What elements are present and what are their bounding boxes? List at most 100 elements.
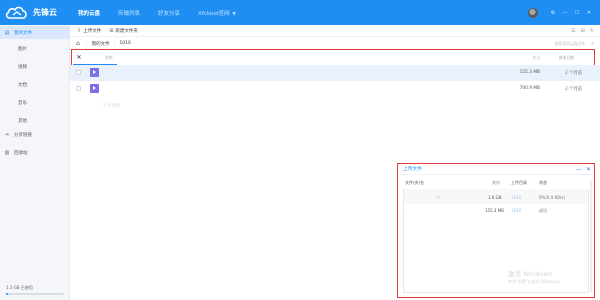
upload-col-status: 状态	[539, 180, 547, 185]
storage-usage: 1.3 GB 已使用	[6, 285, 64, 295]
file-date: 2 个月前	[565, 71, 582, 76]
new-folder-icon: ⊞	[109, 27, 114, 34]
nav-my-cloud[interactable]: 我的云盘	[78, 9, 100, 17]
sidebar-item-documents[interactable]: 文档	[0, 78, 70, 91]
home-icon[interactable]: ⌂	[76, 40, 80, 47]
search-icon[interactable]: ⌕	[591, 41, 594, 47]
top-bar: 先锋云 我的云盘 传输列表 好友分享 Xfcloud官网 ▼ ⚙ — ☐ ✕	[0, 0, 600, 25]
new-folder-button[interactable]: ⊞ 新建文件夹	[109, 28, 138, 34]
breadcrumb-current-folder[interactable]: 1010	[119, 41, 130, 46]
upload-file-dir[interactable]: 1010	[511, 195, 521, 200]
upload-panel: 上传文件 — ✕ 文件(夹)名 大小 上传目录 状态 v4 1.6 GB 101…	[397, 163, 595, 298]
windows-activation-watermark: 激活 Windows 转到"设置"以激活 Windows。	[508, 268, 563, 285]
file-size: 155.3 MB	[519, 70, 540, 75]
maximize-icon[interactable]: ☐	[572, 10, 582, 16]
upload-col-dir: 上传目录	[511, 180, 527, 185]
sidebar: ▤ 我的文件 图片 视频 文档 音乐 其他 ⋖ 分享链接 ▥ 回收站 1.3 G…	[0, 25, 70, 300]
storage-bar	[6, 293, 64, 295]
table-row[interactable]: 700.9 MB 2 个月前	[70, 81, 600, 97]
sidebar-item-music[interactable]: 音乐	[0, 96, 70, 109]
sidebar-item-label: 分享链接	[14, 132, 32, 138]
table-row[interactable]: 155.3 MB 2 个月前	[70, 65, 600, 81]
view-controls: ☰ ⊞ ↻	[566, 25, 594, 37]
column-header-bar: ✕ 名称 大小 修改日期	[71, 49, 595, 66]
video-file-icon	[90, 68, 99, 77]
search-input[interactable]: 搜索我的云盘文件	[555, 41, 585, 47]
close-selection-icon[interactable]: ✕	[75, 54, 83, 62]
upload-file-size: 1.6 GB	[488, 195, 502, 200]
window-controls: ⚙ — ☐ ✕	[528, 0, 594, 25]
upload-file-status: 0%(0.0 KB/s)	[539, 195, 565, 200]
storage-text: 1.3 GB 已使用	[6, 285, 33, 290]
upload-file-status: 成功	[539, 208, 547, 213]
upload-file-size: 155.3 MB	[485, 208, 504, 213]
item-count: 2 个项目	[103, 104, 120, 109]
nav-official-site-label: Xfcloud官网	[198, 10, 230, 17]
column-size-header[interactable]: 大小	[532, 55, 540, 61]
sidebar-item-label: 其他	[18, 118, 27, 124]
sidebar-item-images[interactable]: 图片	[0, 42, 70, 55]
upload-col-size: 大小	[492, 180, 500, 185]
minimize-icon[interactable]: —	[560, 10, 570, 16]
upload-icon: ⇪	[77, 27, 82, 34]
breadcrumb: ⌂ › 我的文件 › 1010 搜索我的云盘文件 ⌕	[70, 38, 600, 49]
upload-file-button[interactable]: ⇪ 上传文件	[77, 28, 101, 34]
minimize-icon[interactable]: —	[576, 166, 582, 173]
upload-panel-controls: — ✕	[572, 164, 591, 175]
upload-table-header: 文件(夹)名 大小 上传目录 状态	[398, 179, 594, 187]
breadcrumb-my-files[interactable]: 我的文件	[92, 41, 110, 47]
sidebar-item-label: 视频	[18, 64, 27, 70]
row-checkbox[interactable]	[76, 86, 81, 91]
upload-file-dir[interactable]: 1010	[511, 208, 521, 213]
app-name: 先锋云	[33, 8, 57, 17]
upload-col-name: 文件(夹)名	[405, 180, 425, 185]
caret-down-icon: ▼	[232, 11, 236, 17]
sidebar-item-other[interactable]: 其他	[0, 114, 70, 127]
watermark-line-1: 激活 Windows	[508, 270, 553, 278]
column-date-header[interactable]: 修改日期	[559, 55, 574, 61]
new-folder-label: 新建文件夹	[115, 28, 138, 34]
watermark-line-2: 转到"设置"以激活 Windows。	[508, 279, 563, 284]
upload-row[interactable]: v4 1.6 GB 1010 0%(0.0 KB/s)	[398, 191, 594, 204]
toolbar: ⇪ 上传文件 ⊞ 新建文件夹 ☰ ⊞ ↻	[70, 25, 600, 37]
upload-row[interactable]: · 155.3 MB 1010 成功	[398, 204, 594, 217]
upload-panel-title: 上传文件	[403, 167, 422, 172]
nav-transfer-list[interactable]: 传输列表	[118, 9, 140, 17]
scrollbar[interactable]	[590, 180, 592, 292]
sidebar-item-videos[interactable]: 视频	[0, 60, 70, 73]
sidebar-item-share-links[interactable]: ⋖ 分享链接	[0, 128, 70, 141]
sidebar-item-label: 我的文件	[14, 30, 32, 36]
top-nav: 我的云盘 传输列表 好友分享 Xfcloud官网 ▼	[78, 0, 254, 25]
upload-file-label: 上传文件	[83, 28, 102, 34]
refresh-icon[interactable]: ↻	[590, 28, 594, 34]
close-icon[interactable]: ✕	[586, 166, 591, 173]
avatar[interactable]	[528, 7, 538, 18]
breadcrumb-separator: ›	[85, 41, 88, 46]
row-checkbox[interactable]	[76, 70, 81, 75]
settings-icon[interactable]: ⚙	[548, 10, 558, 16]
search-box[interactable]: 搜索我的云盘文件 ⌕	[555, 38, 594, 49]
nav-official-site[interactable]: Xfcloud官网 ▼	[198, 9, 236, 17]
trash-icon: ▥	[4, 149, 10, 156]
list-view-icon[interactable]: ☰	[571, 28, 575, 34]
file-size: 700.9 MB	[519, 86, 540, 91]
grid-view-icon[interactable]: ⊞	[581, 28, 585, 34]
column-name-header[interactable]: 名称	[105, 55, 113, 61]
upload-file-bullet: ·	[405, 208, 407, 213]
sidebar-item-label: 图片	[18, 46, 27, 52]
upload-file-name: v4	[435, 195, 440, 200]
sidebar-item-label: 音乐	[18, 100, 27, 106]
app-logo[interactable]: 先锋云	[4, 4, 57, 21]
cloud-logo-icon	[5, 6, 27, 19]
sidebar-item-recycle-bin[interactable]: ▥ 回收站	[0, 146, 70, 159]
nav-friend-share[interactable]: 好友分享	[158, 9, 180, 17]
sidebar-item-label: 回收站	[14, 150, 28, 156]
close-icon[interactable]: ✕	[584, 10, 594, 16]
breadcrumb-separator: ›	[113, 41, 116, 46]
file-icon: ▤	[4, 29, 10, 36]
storage-bar-fill	[6, 293, 8, 295]
share-icon: ⋖	[4, 131, 10, 138]
sidebar-item-my-files[interactable]: ▤ 我的文件	[0, 26, 70, 39]
file-date: 2 个月前	[565, 87, 582, 92]
upload-panel-header: 上传文件 — ✕	[398, 164, 594, 175]
